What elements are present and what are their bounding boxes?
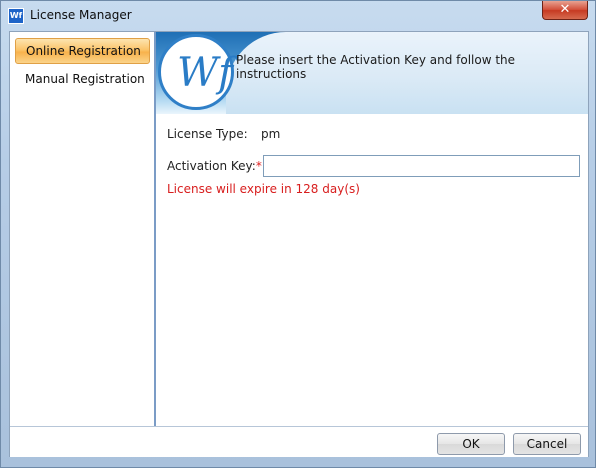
logo-text: Wf [177, 50, 233, 96]
activation-key-label-text: Activation Key: [167, 159, 256, 173]
license-manager-window: Wf License Manager ✕ Online Registration… [0, 0, 596, 468]
ok-button[interactable]: OK [437, 433, 505, 455]
sidebar-item-online-registration[interactable]: Online Registration [15, 38, 150, 64]
header-banner: Wf Please insert the Activation Key and … [156, 32, 588, 114]
wf-logo-icon: Wf [8, 8, 24, 24]
cancel-button[interactable]: Cancel [513, 433, 581, 455]
main-panel: Wf Please insert the Activation Key and … [156, 32, 588, 426]
dialog-body: Online Registration Manual Registration … [9, 31, 589, 457]
license-type-label: License Type: [167, 127, 248, 141]
wf-logo-icon: Wf [158, 34, 234, 110]
sidebar: Online Registration Manual Registration [10, 32, 156, 426]
license-type-value: pm [261, 127, 281, 141]
banner-instruction: Please insert the Activation Key and fol… [236, 53, 516, 81]
required-marker: * [255, 159, 262, 173]
dialog-footer: OK Cancel [10, 426, 588, 457]
expiry-message: License will expire in 128 day(s) [167, 182, 360, 196]
window-title: License Manager [30, 8, 132, 22]
close-icon: ✕ [559, 2, 571, 17]
activation-key-label: Activation Key:* [167, 159, 262, 173]
sidebar-item-manual-registration[interactable]: Manual Registration [15, 66, 150, 92]
activation-key-input[interactable] [263, 155, 580, 177]
close-button[interactable]: ✕ [542, 1, 588, 20]
title-bar[interactable]: Wf License Manager ✕ [1, 1, 595, 30]
